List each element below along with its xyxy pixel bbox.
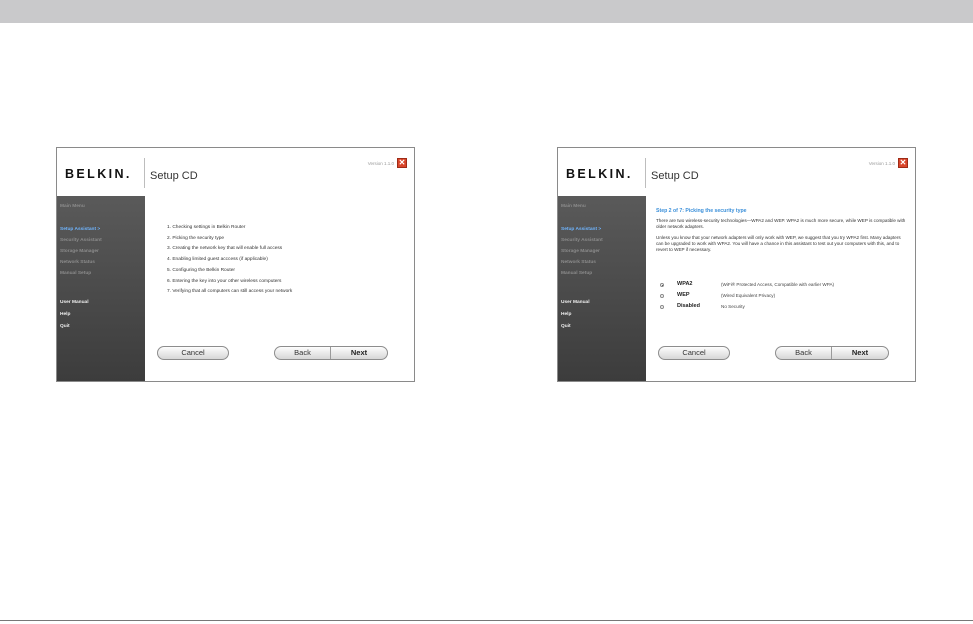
setup-window-security-type: BELKIN. Setup CD Version 1.1.0 ✕ Main Me… — [557, 147, 916, 382]
step-item: 1. Checking settings in Belkin Router — [167, 225, 246, 230]
sidebar-item-manual-setup[interactable]: Manual Setup — [60, 271, 91, 276]
header-divider — [645, 158, 646, 188]
step-item: 6. Entering the key into your other wire… — [167, 279, 282, 284]
sidebar-item-quit[interactable]: Quit — [60, 324, 70, 329]
back-button[interactable]: Back — [275, 347, 331, 359]
cancel-button[interactable]: Cancel — [157, 346, 229, 360]
close-icon[interactable]: ✕ — [397, 158, 407, 168]
setup-window-steps: BELKIN. Setup CD Version 1.1.0 ✕ Main Me… — [56, 147, 415, 382]
option-name: WPA2 — [677, 281, 693, 287]
sidebar: Main Menu Setup Assistant > Security Ass… — [57, 196, 145, 381]
content-area: Step 2 of 7: Picking the security type T… — [646, 196, 915, 381]
sidebar: Main Menu Setup Assistant > Security Ass… — [558, 196, 646, 381]
content-area: 1. Checking settings in Belkin Router 2.… — [145, 196, 414, 381]
sidebar-item-user-manual[interactable]: User Manual — [60, 300, 89, 305]
option-name: Disabled — [677, 303, 700, 309]
disabled-radio[interactable] — [660, 305, 664, 309]
top-bar — [0, 0, 973, 23]
suggestion-paragraph: Unless you know that your network adapte… — [656, 235, 901, 252]
window-title: Setup CD — [651, 170, 699, 182]
sidebar-item-setup-assistant[interactable]: Setup Assistant > — [561, 227, 601, 232]
sidebar-item-security-assistant[interactable]: Security Assistant — [60, 238, 102, 243]
option-description: No Security — [721, 304, 745, 309]
footer-rule — [0, 620, 973, 621]
sidebar-item-main-menu[interactable]: Main Menu — [561, 204, 586, 209]
next-button[interactable]: Next — [832, 347, 888, 359]
version-label: Version 1.1.0 — [868, 161, 895, 166]
header-divider — [144, 158, 145, 188]
cancel-button[interactable]: Cancel — [658, 346, 730, 360]
option-name: WEP — [677, 292, 690, 298]
step-item: 7. Verifying that all computers can stil… — [167, 289, 293, 294]
option-description: (Wired Equivalent Privacy) — [721, 293, 776, 298]
window-title: Setup CD — [150, 170, 198, 182]
sidebar-item-help[interactable]: Help — [561, 312, 571, 317]
close-icon[interactable]: ✕ — [898, 158, 908, 168]
sidebar-item-network-status[interactable]: Network Status — [561, 260, 596, 265]
step-item: 4. Enabling limited guest acccess (if ap… — [167, 257, 268, 262]
sidebar-item-storage-manager[interactable]: Storage Manager — [561, 249, 600, 254]
intro-paragraph: There are two wireless-security technolo… — [656, 218, 906, 229]
back-button[interactable]: Back — [776, 347, 832, 359]
sidebar-item-help[interactable]: Help — [60, 312, 70, 317]
window-header: BELKIN. Setup CD Version 1.1.0 ✕ — [558, 148, 915, 197]
window-header: BELKIN. Setup CD Version 1.1.0 ✕ — [57, 148, 414, 197]
wpa2-radio[interactable] — [660, 283, 664, 287]
nav-button-group: Back Next — [274, 346, 388, 360]
sidebar-item-storage-manager[interactable]: Storage Manager — [60, 249, 99, 254]
step-heading: Step 2 of 7: Picking the security type — [656, 208, 747, 214]
wep-radio[interactable] — [660, 294, 664, 298]
sidebar-item-user-manual[interactable]: User Manual — [561, 300, 590, 305]
sidebar-item-manual-setup[interactable]: Manual Setup — [561, 271, 592, 276]
sidebar-item-network-status[interactable]: Network Status — [60, 260, 95, 265]
step-item: 2. Picking the security type — [167, 236, 225, 241]
nav-button-group: Back Next — [775, 346, 889, 360]
option-description: (WiFi® Protected Access, Compatible with… — [721, 282, 835, 287]
step-item: 5. Configuring the Belkin Router — [167, 268, 235, 273]
version-label: Version 1.1.0 — [367, 161, 394, 166]
sidebar-item-setup-assistant[interactable]: Setup Assistant > — [60, 227, 100, 232]
sidebar-item-main-menu[interactable]: Main Menu — [60, 204, 85, 209]
belkin-logo: BELKIN. — [566, 167, 633, 181]
sidebar-item-quit[interactable]: Quit — [561, 324, 571, 329]
belkin-logo: BELKIN. — [65, 167, 132, 181]
sidebar-item-security-assistant[interactable]: Security Assistant — [561, 238, 603, 243]
step-item: 3. Creating the network key that will en… — [167, 246, 283, 251]
next-button[interactable]: Next — [331, 347, 387, 359]
